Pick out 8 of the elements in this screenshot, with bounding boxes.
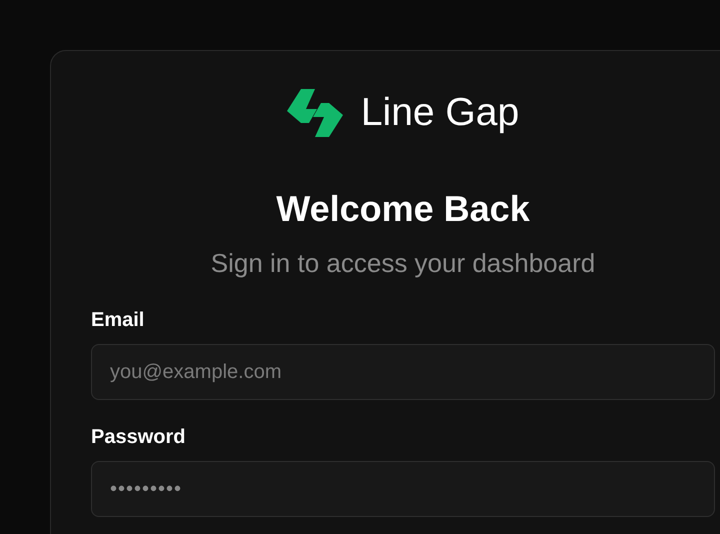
heading: Welcome Back [275,187,531,231]
field-label: Password [91,426,186,449]
logo-icon [286,89,343,137]
subheading: Sign in to access your dashboard [210,247,596,279]
password-field[interactable]: ••••••••• [91,461,715,517]
field-label: Email [91,309,144,332]
brand-name: Line Gap [360,91,520,135]
email-field[interactable]: you@example.com [91,344,715,400]
